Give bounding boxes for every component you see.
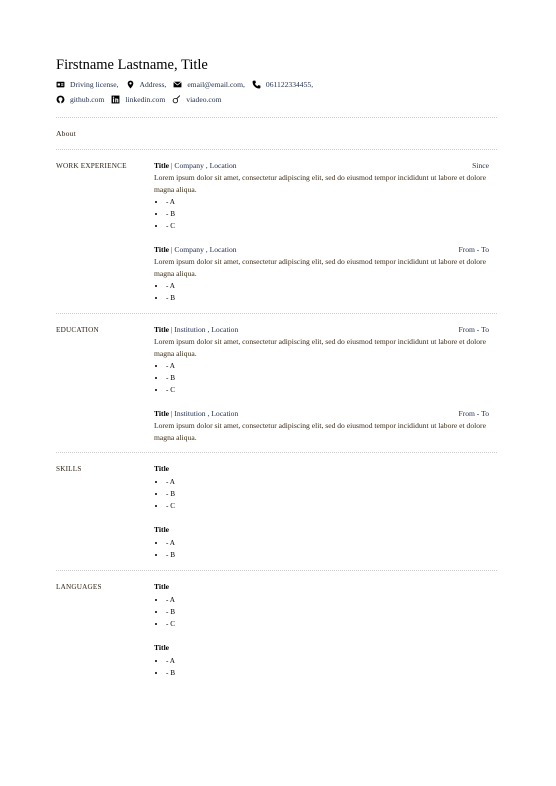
entry: Title | Company , Location From - To Lorem… (154, 244, 489, 304)
entry: Title | Company , Location Since Lorem ips… (154, 160, 489, 232)
list-item: - B (166, 372, 489, 384)
contact-text: Address, (139, 80, 167, 89)
bullet-list: - A- B (154, 280, 489, 304)
about-label: About (56, 129, 76, 138)
list-item: - A (166, 476, 489, 488)
entry-description: Lorem ipsum dolor sit amet, consectetur … (154, 173, 486, 194)
group: Title - A- B- C (154, 581, 489, 630)
section-label: EDUCATION (56, 326, 99, 334)
entry-description: Lorem ipsum dolor sit amet, consectetur … (154, 257, 486, 278)
contact-item: 061122334455, (252, 77, 313, 92)
entry-org: Institution , Location (174, 409, 239, 418)
list-item: - B (166, 606, 489, 618)
bullet-list: - A- B- C (154, 360, 489, 396)
id-card-icon (56, 81, 65, 88)
list-item: - A (166, 360, 489, 372)
envelope-icon (173, 81, 182, 88)
name-title: Firstname Lastname, Title (56, 57, 208, 73)
list-item: - B (166, 667, 489, 679)
entry-title: Title (154, 409, 170, 418)
contact-item[interactable]: github.com (56, 92, 104, 107)
contact-text: linkedin.com (125, 95, 166, 104)
contact-item[interactable]: linkedin.com (111, 92, 165, 107)
list-item: - A (166, 655, 489, 667)
contact-text: github.com (70, 95, 105, 104)
entry-date: From - To (458, 409, 489, 418)
list-item: - C (166, 384, 489, 396)
contact-text: Driving license, (70, 80, 119, 89)
github-icon (56, 95, 65, 104)
list-item: - A (166, 537, 489, 549)
resume-page: Firstname Lastname, Title Driving licens… (0, 0, 556, 786)
list-item: - A (166, 196, 489, 208)
phone-icon (252, 80, 261, 89)
contact-item: Driving license, (56, 77, 119, 92)
bullet-list: - A- B- C (154, 196, 489, 232)
group-title: Title (154, 464, 170, 473)
bullet-list: - A- B (154, 655, 489, 679)
list-item: - C (166, 220, 489, 232)
entry-description: Lorem ipsum dolor sit amet, consectetur … (154, 337, 486, 358)
contact-text: email@email.com, (187, 80, 245, 89)
viadeo-icon (172, 95, 181, 104)
entry-date: From - To (458, 245, 489, 254)
bullet-list: - A- B- C (154, 476, 489, 512)
contact-item[interactable]: viadeo.com (172, 92, 221, 107)
group: Title - A- B- C (154, 463, 489, 512)
list-item: - A (166, 594, 489, 606)
entry-date: Since (472, 161, 489, 170)
section-skills: SKILLSTitle- A- B- CTitle- A- B (56, 453, 497, 570)
entry-title: Title (154, 161, 170, 170)
entry-title: Title (154, 245, 170, 254)
section-education: EDUCATION Title | Institution , Location F… (56, 314, 497, 452)
list-item: - B (166, 488, 489, 500)
map-pin-icon (127, 80, 133, 89)
contact-line: Driving license, Address, email@email.com,… (56, 77, 497, 92)
links-line: github.com linkedin.com viadeo.com (56, 92, 497, 107)
contact-item: email@email.com, (173, 77, 245, 92)
list-item: - B (166, 549, 489, 561)
group-title: Title (154, 582, 170, 591)
list-item: - B (166, 208, 489, 220)
entry: Title | Institution , Location From - To L… (154, 324, 489, 396)
contact-text: 061122334455, (265, 80, 314, 89)
group: Title - A- B (154, 524, 489, 561)
section-label: SKILLS (56, 465, 82, 473)
entry-date: From - To (458, 325, 489, 334)
list-item: - A (166, 280, 489, 292)
linkedin-icon (111, 95, 120, 104)
group-title: Title (154, 643, 170, 652)
section-work: WORK EXPERIENCE Title | Company , Locatio… (56, 150, 497, 313)
entry-org: Company , Location (174, 245, 237, 254)
section-languages: LANGUAGESTitle- A- B- CTitle- A- B (56, 571, 497, 688)
group: Title - A- B (154, 642, 489, 679)
list-item: - C (166, 500, 489, 512)
list-item: - B (166, 292, 489, 304)
entry-description: Lorem ipsum dolor sit amet, consectetur … (154, 421, 486, 442)
entry-org: Institution , Location (174, 325, 239, 334)
section-label: WORK EXPERIENCE (56, 162, 127, 170)
group-title: Title (154, 525, 170, 534)
bullet-list: - A- B- C (154, 594, 489, 630)
section-about: About (56, 118, 497, 149)
entry-title: Title (154, 325, 170, 334)
section-label: LANGUAGES (56, 583, 102, 591)
entry: Title | Institution , Location From - To L… (154, 408, 489, 443)
list-item: - C (166, 618, 489, 630)
entry-org: Company , Location (174, 161, 237, 170)
contact-item: Address, (126, 77, 167, 92)
contact-text: viadeo.com (186, 95, 222, 104)
bullet-list: - A- B (154, 537, 489, 561)
